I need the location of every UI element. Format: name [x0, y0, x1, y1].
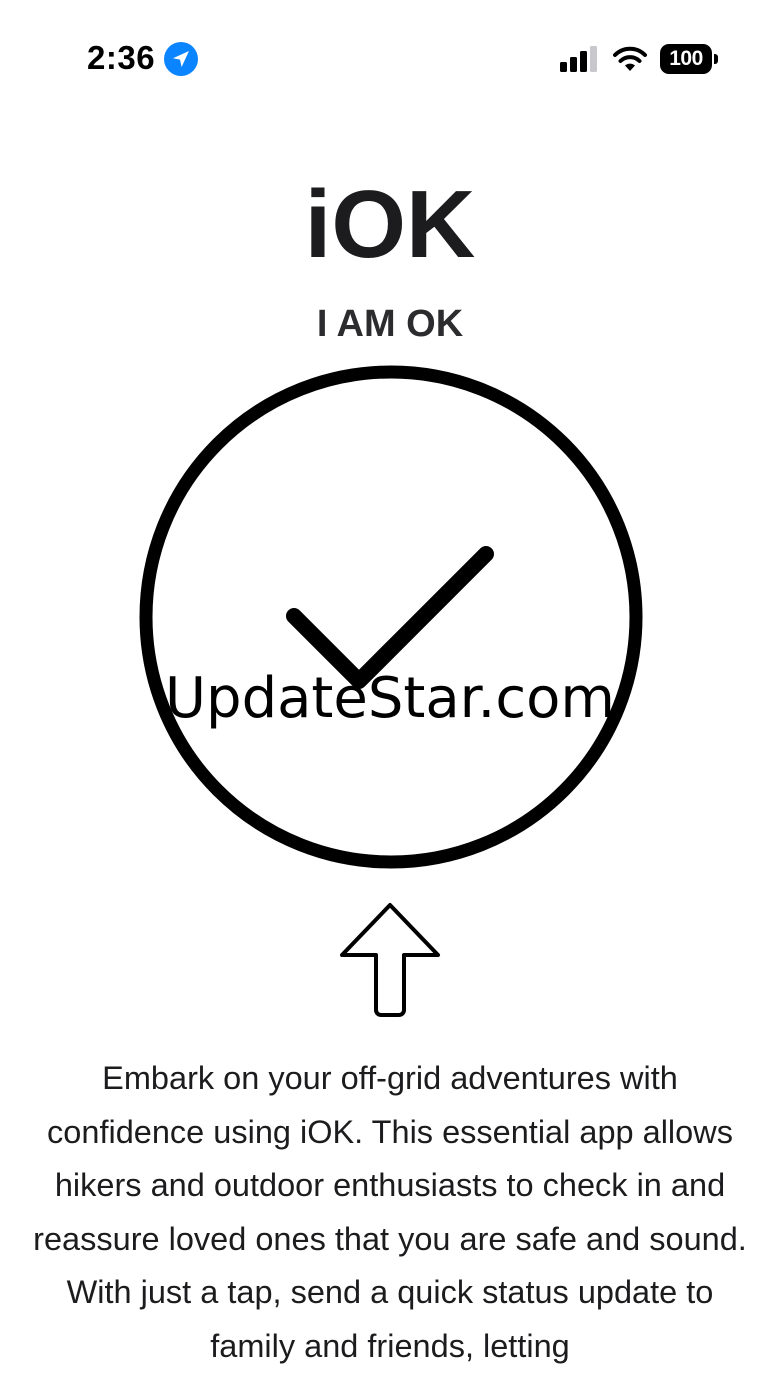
battery-level: 100	[660, 44, 712, 74]
check-in-button[interactable]	[138, 364, 644, 870]
wifi-icon	[613, 46, 647, 71]
battery-tip	[714, 54, 718, 64]
battery-icon: 100	[660, 44, 718, 74]
location-arrow-icon	[164, 42, 198, 76]
up-arrow-icon	[340, 903, 440, 1017]
cellular-signal-icon	[560, 46, 597, 72]
status-time: 2:36	[87, 39, 156, 76]
app-subtitle: I AM OK	[316, 303, 464, 345]
app-title: iOK	[304, 171, 476, 278]
app-description: Embark on your off-grid adventures with …	[33, 1060, 747, 1364]
checkmark-icon	[286, 546, 494, 689]
status-bar: 2:36 100	[0, 0, 780, 110]
